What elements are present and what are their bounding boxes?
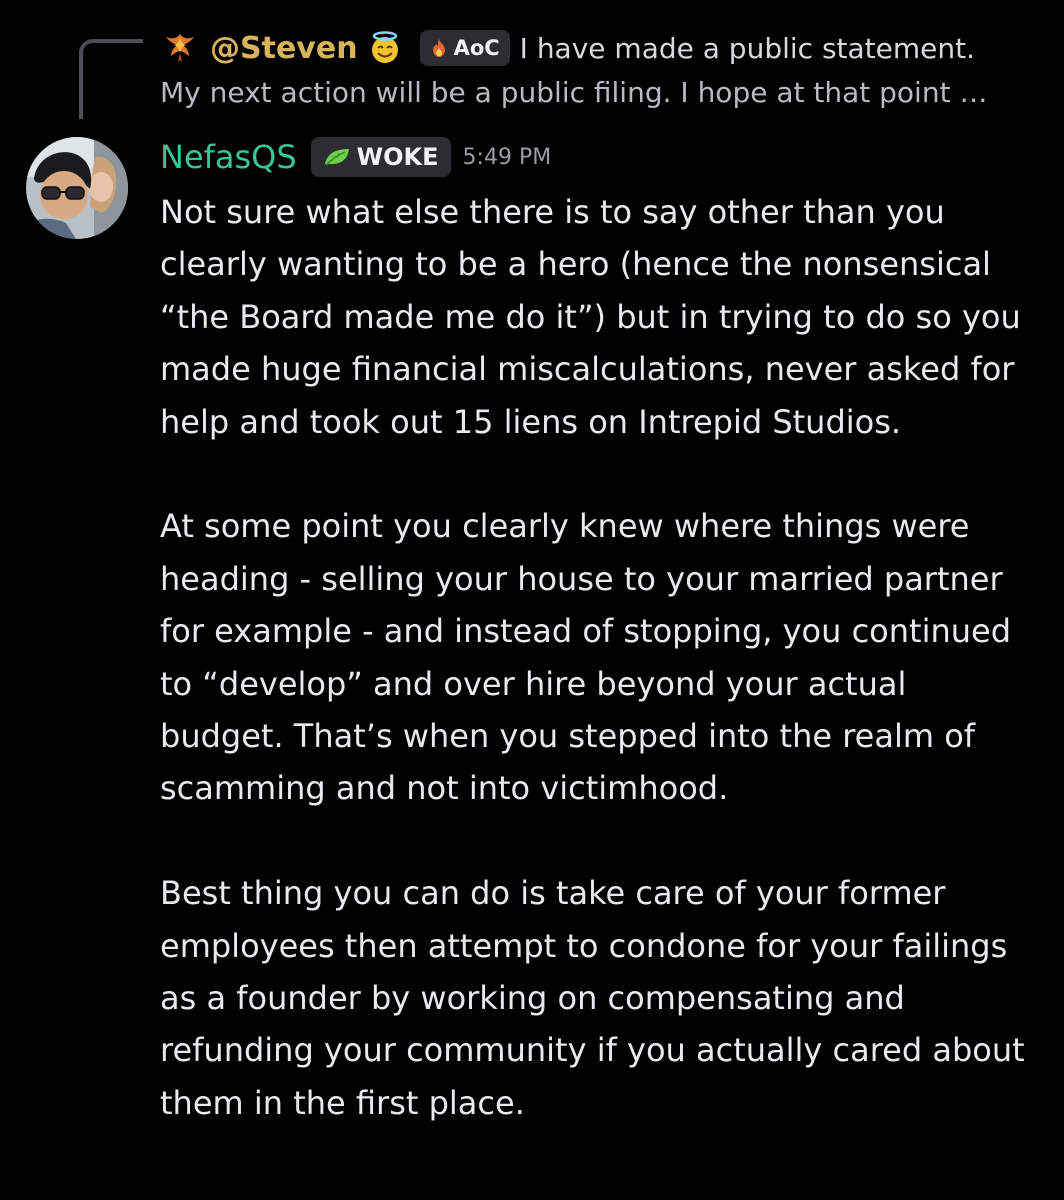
role-badge-woke[interactable]: WOKE xyxy=(310,137,451,177)
reply-text-line2: My next action will be a public filing. … xyxy=(160,76,988,109)
message-paragraph: At some point you clearly knew where thi… xyxy=(160,507,1012,808)
message-content: Not sure what else there is to say other… xyxy=(160,186,1040,1129)
reply-avatar[interactable] xyxy=(160,28,200,68)
reply-connector-line xyxy=(79,39,143,119)
leaf-icon xyxy=(324,149,349,166)
phoenix-avatar-icon xyxy=(166,34,194,62)
message-paragraph: Best thing you can do is take care of yo… xyxy=(160,874,1025,1122)
role-badge-aoc[interactable]: AoC xyxy=(419,30,510,66)
badge-label: WOKE xyxy=(356,143,439,171)
fire-icon xyxy=(432,39,445,57)
smiling-face-with-halo-icon xyxy=(371,31,398,63)
author-name[interactable]: NefasQS xyxy=(160,138,297,176)
author-avatar[interactable] xyxy=(26,137,128,239)
badge-label: AoC xyxy=(453,36,500,60)
message-paragraph: Not sure what else there is to say other… xyxy=(160,193,1021,441)
avatar-photo xyxy=(26,137,128,239)
message-header: NefasQS WOKE 5:49 PM xyxy=(160,134,551,180)
reply-text-line1: I have made a public statement. xyxy=(519,31,976,65)
reply-preview[interactable]: @Steven AoC I have made a public stateme… xyxy=(160,28,1060,68)
reply-username[interactable]: @Steven xyxy=(210,31,358,66)
message-timestamp[interactable]: 5:49 PM xyxy=(463,145,552,170)
